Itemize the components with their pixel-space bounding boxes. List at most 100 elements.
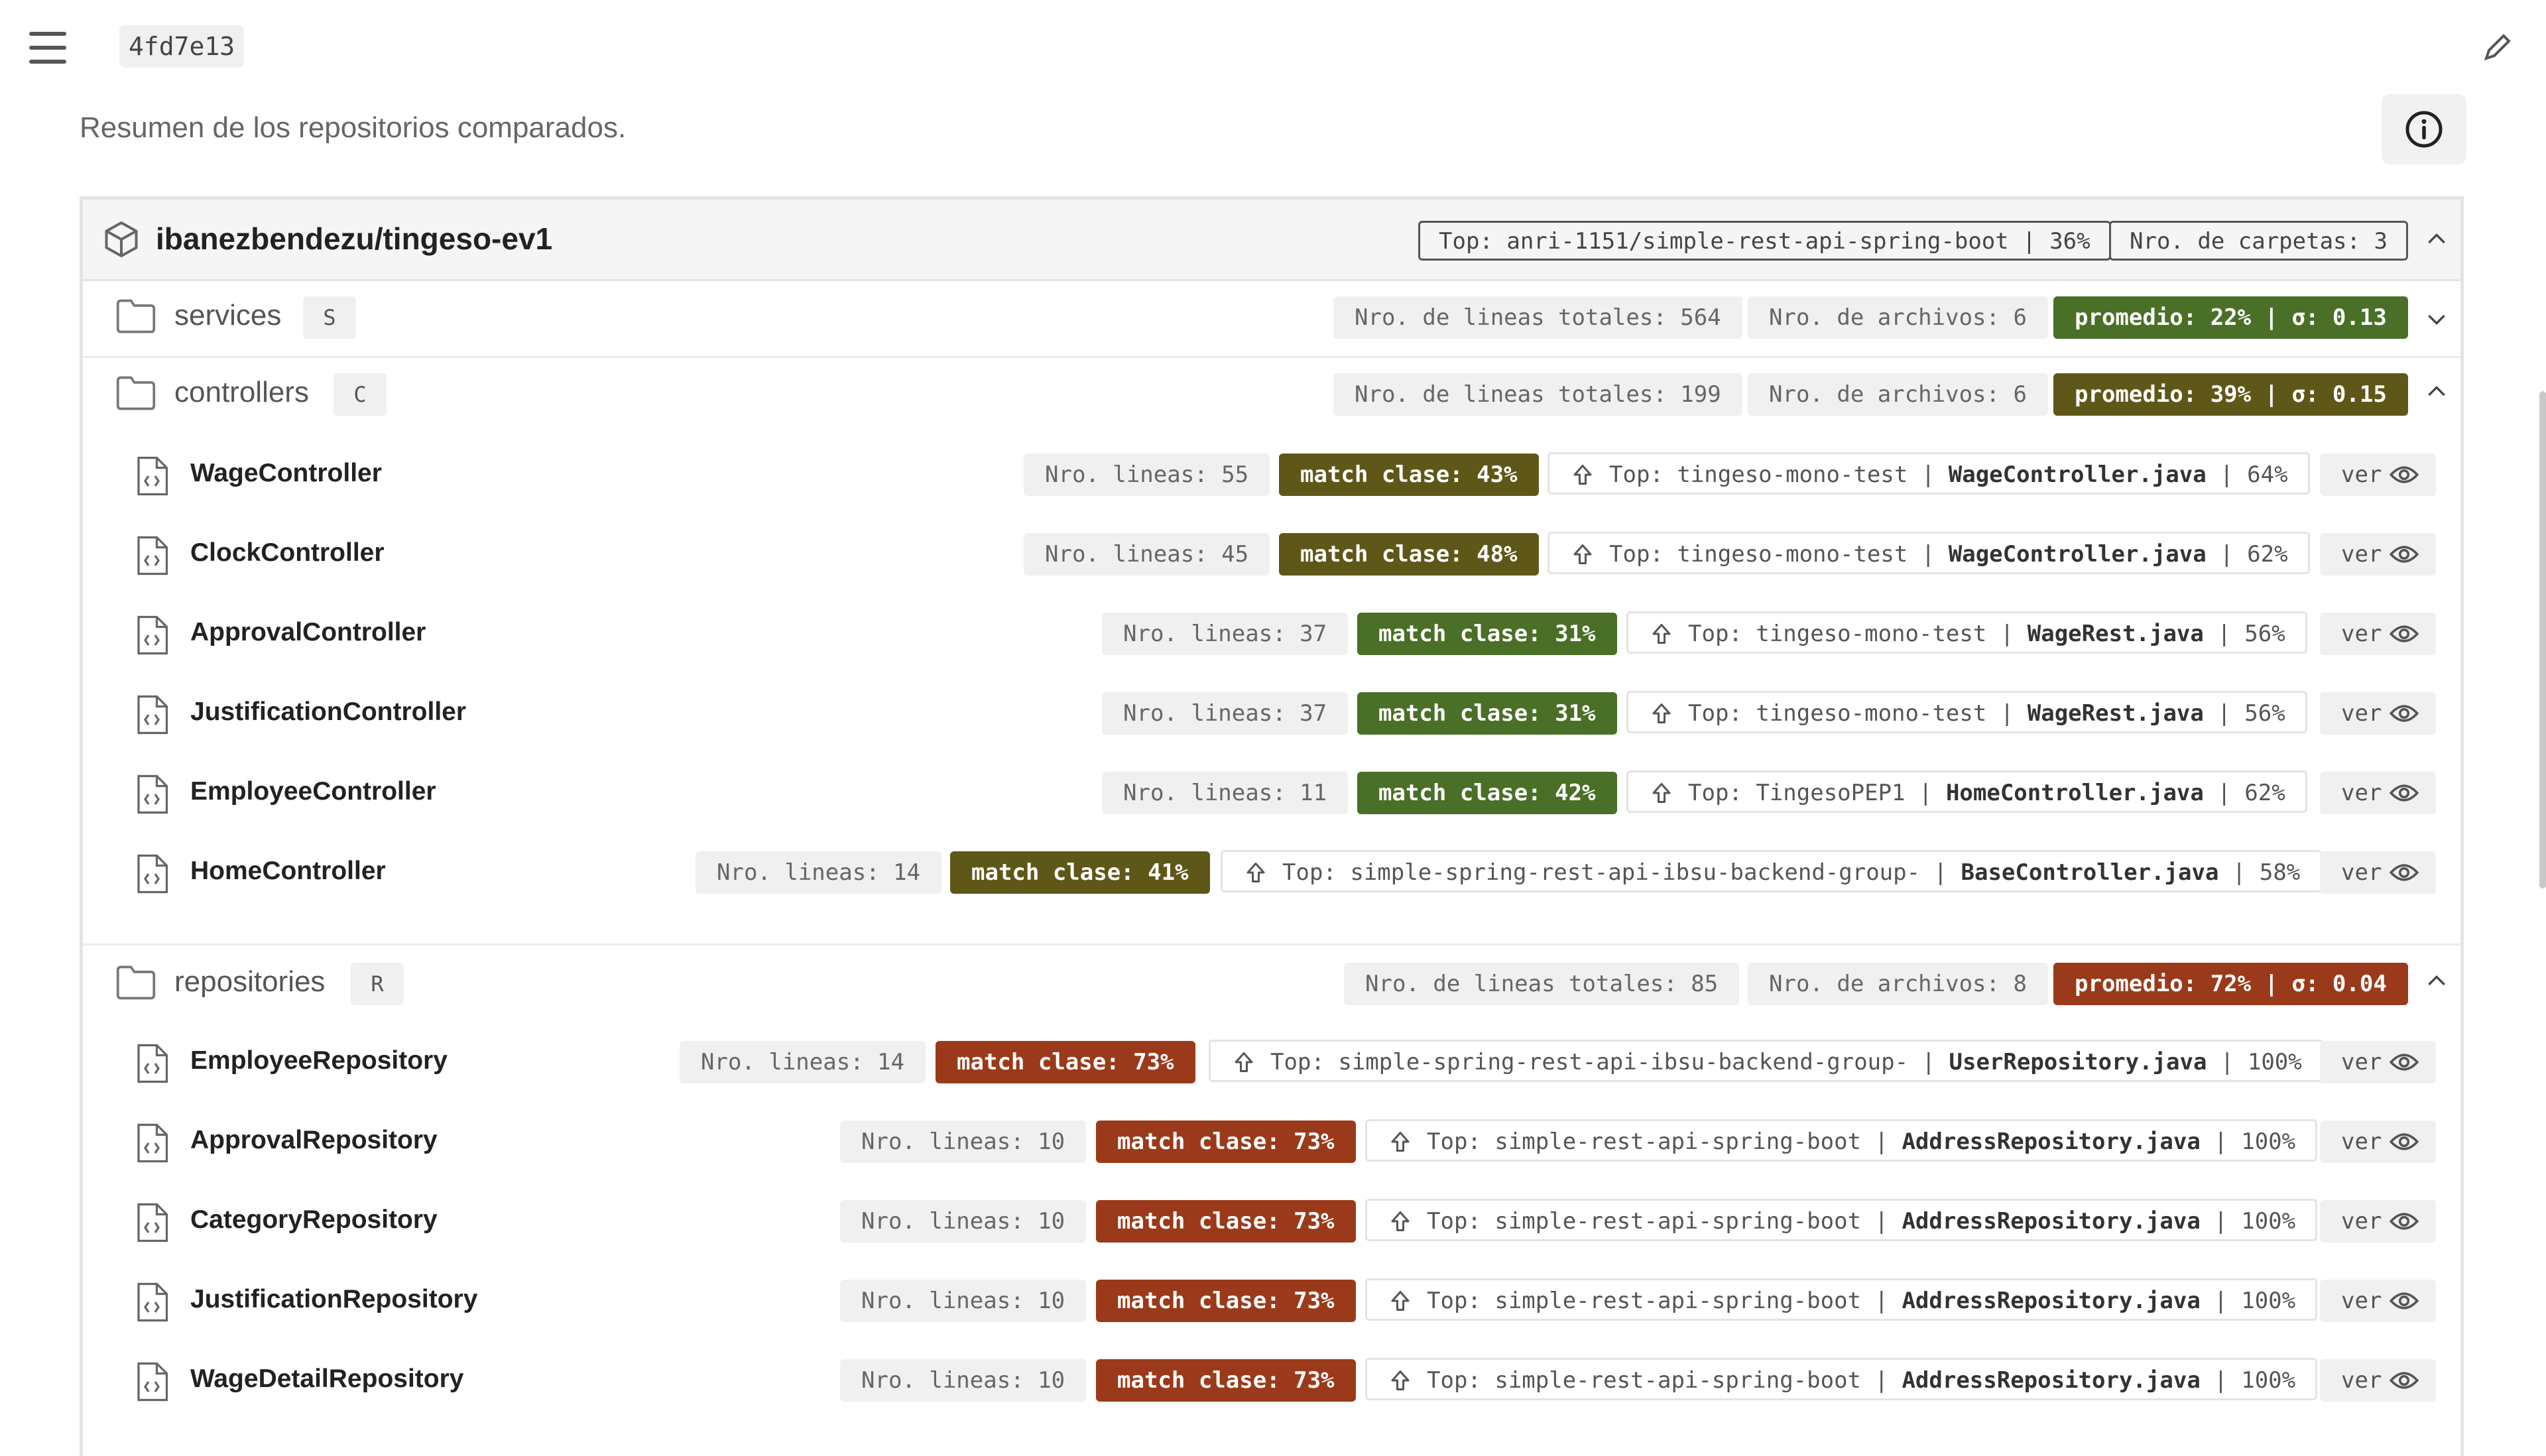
lines-chip: Nro. lineas: 45 (1024, 533, 1270, 576)
repo-header[interactable]: ibanezbendezu/tingeso-ev1 Top: anri-1151… (83, 200, 2460, 281)
arrow-up-icon (1652, 783, 1671, 803)
lines-chip: Nro. lineas: 55 (1024, 454, 1270, 496)
code-file-icon (137, 695, 168, 735)
average-chip: promedio: 72% | σ: 0.04 (2053, 963, 2408, 1005)
eye-icon (2390, 625, 2419, 642)
file-row: HomeController Nro. lineas: 14 match cla… (83, 833, 2460, 912)
code-file-icon (137, 615, 168, 655)
file-name: ClockController (190, 538, 385, 567)
eye-icon (2390, 1133, 2419, 1150)
ver-label: ver (2341, 700, 2382, 727)
chevron-up-icon[interactable] (2423, 968, 2450, 995)
eye-icon (2390, 784, 2419, 802)
top-match-chip: Top: tingeso-mono-test | WageController.… (1547, 532, 2310, 574)
ver-button[interactable]: ver (2320, 1359, 2437, 1402)
folder-icon (116, 376, 156, 410)
ver-button[interactable]: ver (2320, 1200, 2437, 1243)
ver-label: ver (2341, 541, 2382, 568)
ver-label: ver (2341, 461, 2382, 488)
top-file: WageController.java (1948, 541, 2207, 568)
menu-icon[interactable] (29, 32, 66, 64)
file-row: CategoryRepository Nro. lineas: 10 match… (83, 1182, 2460, 1261)
top-pct: 56% (2244, 700, 2285, 727)
folder-row-repositories[interactable]: repositories R Nro. de lineas totales: 8… (83, 945, 2460, 1022)
folder-icon (116, 299, 156, 334)
chevron-up-icon[interactable] (2423, 379, 2450, 405)
code-file-icon (137, 1362, 168, 1402)
folder-row-controllers[interactable]: controllers C Nro. de lineas totales: 19… (83, 356, 2460, 433)
match-chip: match clase: 48% (1279, 533, 1539, 576)
top-file: AddressRepository.java (1902, 1288, 2201, 1314)
file-name: HomeController (190, 857, 386, 885)
file-row: ApprovalController Nro. lineas: 37 match… (83, 594, 2460, 674)
match-chip: match clase: 43% (1279, 454, 1539, 496)
match-chip: match clase: 42% (1357, 772, 1617, 814)
top-repo: Top: tingeso-mono-test (1688, 700, 1987, 727)
ver-button[interactable]: ver (2320, 1121, 2437, 1163)
folder-row-services[interactable]: services S Nro. de lineas totales: 564 N… (83, 279, 2460, 358)
ver-label: ver (2341, 1288, 2382, 1314)
code-file-icon (137, 774, 168, 814)
top-pct: 100% (2241, 1208, 2296, 1235)
top-file: WageRest.java (2027, 700, 2204, 727)
top-repo: Top: simple-rest-api-spring-boot (1427, 1288, 1862, 1314)
top-file: UserRepository.java (1949, 1049, 2207, 1075)
code-file-icon (137, 456, 168, 496)
scrollbar[interactable] (2539, 391, 2546, 888)
top-match-chip: Top: simple-rest-api-spring-boot | Addre… (1365, 1119, 2318, 1162)
top-pct: 62% (2244, 780, 2285, 806)
arrow-up-icon (1391, 1132, 1410, 1152)
ver-button[interactable]: ver (2320, 692, 2437, 735)
top-match-chip: Top: tingeso-mono-test | WageController.… (1547, 452, 2310, 495)
file-name: EmployeeRepository (190, 1046, 448, 1075)
ver-button[interactable]: ver (2320, 1280, 2437, 1322)
top-pct: 56% (2244, 621, 2285, 647)
eye-icon (2390, 1213, 2419, 1230)
match-chip: match clase: 73% (1096, 1359, 1356, 1402)
chevron-up-icon[interactable] (2423, 226, 2450, 253)
arrow-up-icon (1573, 465, 1592, 485)
ver-button[interactable]: ver (2320, 772, 2437, 814)
arrow-up-icon (1391, 1211, 1410, 1231)
ver-button[interactable]: ver (2320, 1041, 2437, 1083)
match-chip: match clase: 31% (1357, 613, 1617, 655)
ver-button[interactable]: ver (2320, 533, 2437, 576)
chevron-down-icon[interactable] (2423, 306, 2450, 332)
folder-letter-badge: C (333, 373, 387, 416)
total-lines-chip: Nro. de lineas totales: 85 (1344, 963, 1740, 1005)
arrow-up-icon (1573, 544, 1592, 564)
top-repo: Top: simple-spring-rest-api-ibsu-backend… (1282, 859, 1921, 886)
ver-button[interactable]: ver (2320, 454, 2437, 496)
file-name: CategoryRepository (190, 1205, 438, 1234)
match-chip: match clase: 73% (936, 1041, 1195, 1083)
top-pct: 100% (2247, 1049, 2302, 1075)
arrow-up-icon (1391, 1291, 1410, 1311)
top-repo: Top: tingeso-mono-test (1609, 461, 1908, 488)
info-button[interactable] (2382, 94, 2466, 164)
repo-card: ibanezbendezu/tingeso-ev1 Top: anri-1151… (80, 196, 2464, 1456)
top-match-chip: Top: simple-rest-api-spring-boot | Addre… (1365, 1278, 2318, 1321)
match-chip: match clase: 73% (1096, 1280, 1356, 1322)
summary-text: Resumen de los repositorios comparados. (80, 111, 627, 144)
file-count-chip: Nro. de archivos: 6 (1748, 296, 2048, 339)
eye-icon (2390, 705, 2419, 722)
top-match-chip: Top: tingeso-mono-test | WageRest.java |… (1626, 611, 2307, 654)
top-repo: Top: simple-spring-rest-api-ibsu-backend… (1270, 1049, 1909, 1075)
file-count-chip: Nro. de archivos: 6 (1748, 373, 2048, 416)
top-repo: Top: tingeso-mono-test (1609, 541, 1908, 568)
top-file: BaseController.java (1961, 859, 2219, 886)
ver-button[interactable]: ver (2320, 851, 2437, 894)
top-repo: Top: simple-rest-api-spring-boot (1427, 1367, 1862, 1394)
ver-button[interactable]: ver (2320, 613, 2437, 655)
folder-icon (116, 965, 156, 1000)
total-lines-chip: Nro. de lineas totales: 199 (1333, 373, 1742, 416)
code-file-icon (137, 1123, 168, 1163)
code-file-icon (137, 1044, 168, 1083)
match-chip: match clase: 73% (1096, 1200, 1356, 1243)
lines-chip: Nro. lineas: 37 (1102, 613, 1349, 655)
file-name: WageDetailRepository (190, 1365, 464, 1393)
arrow-up-icon (1391, 1370, 1410, 1390)
info-icon (2405, 111, 2443, 148)
top-file: WageController.java (1948, 461, 2207, 488)
edit-icon[interactable] (2481, 32, 2513, 64)
